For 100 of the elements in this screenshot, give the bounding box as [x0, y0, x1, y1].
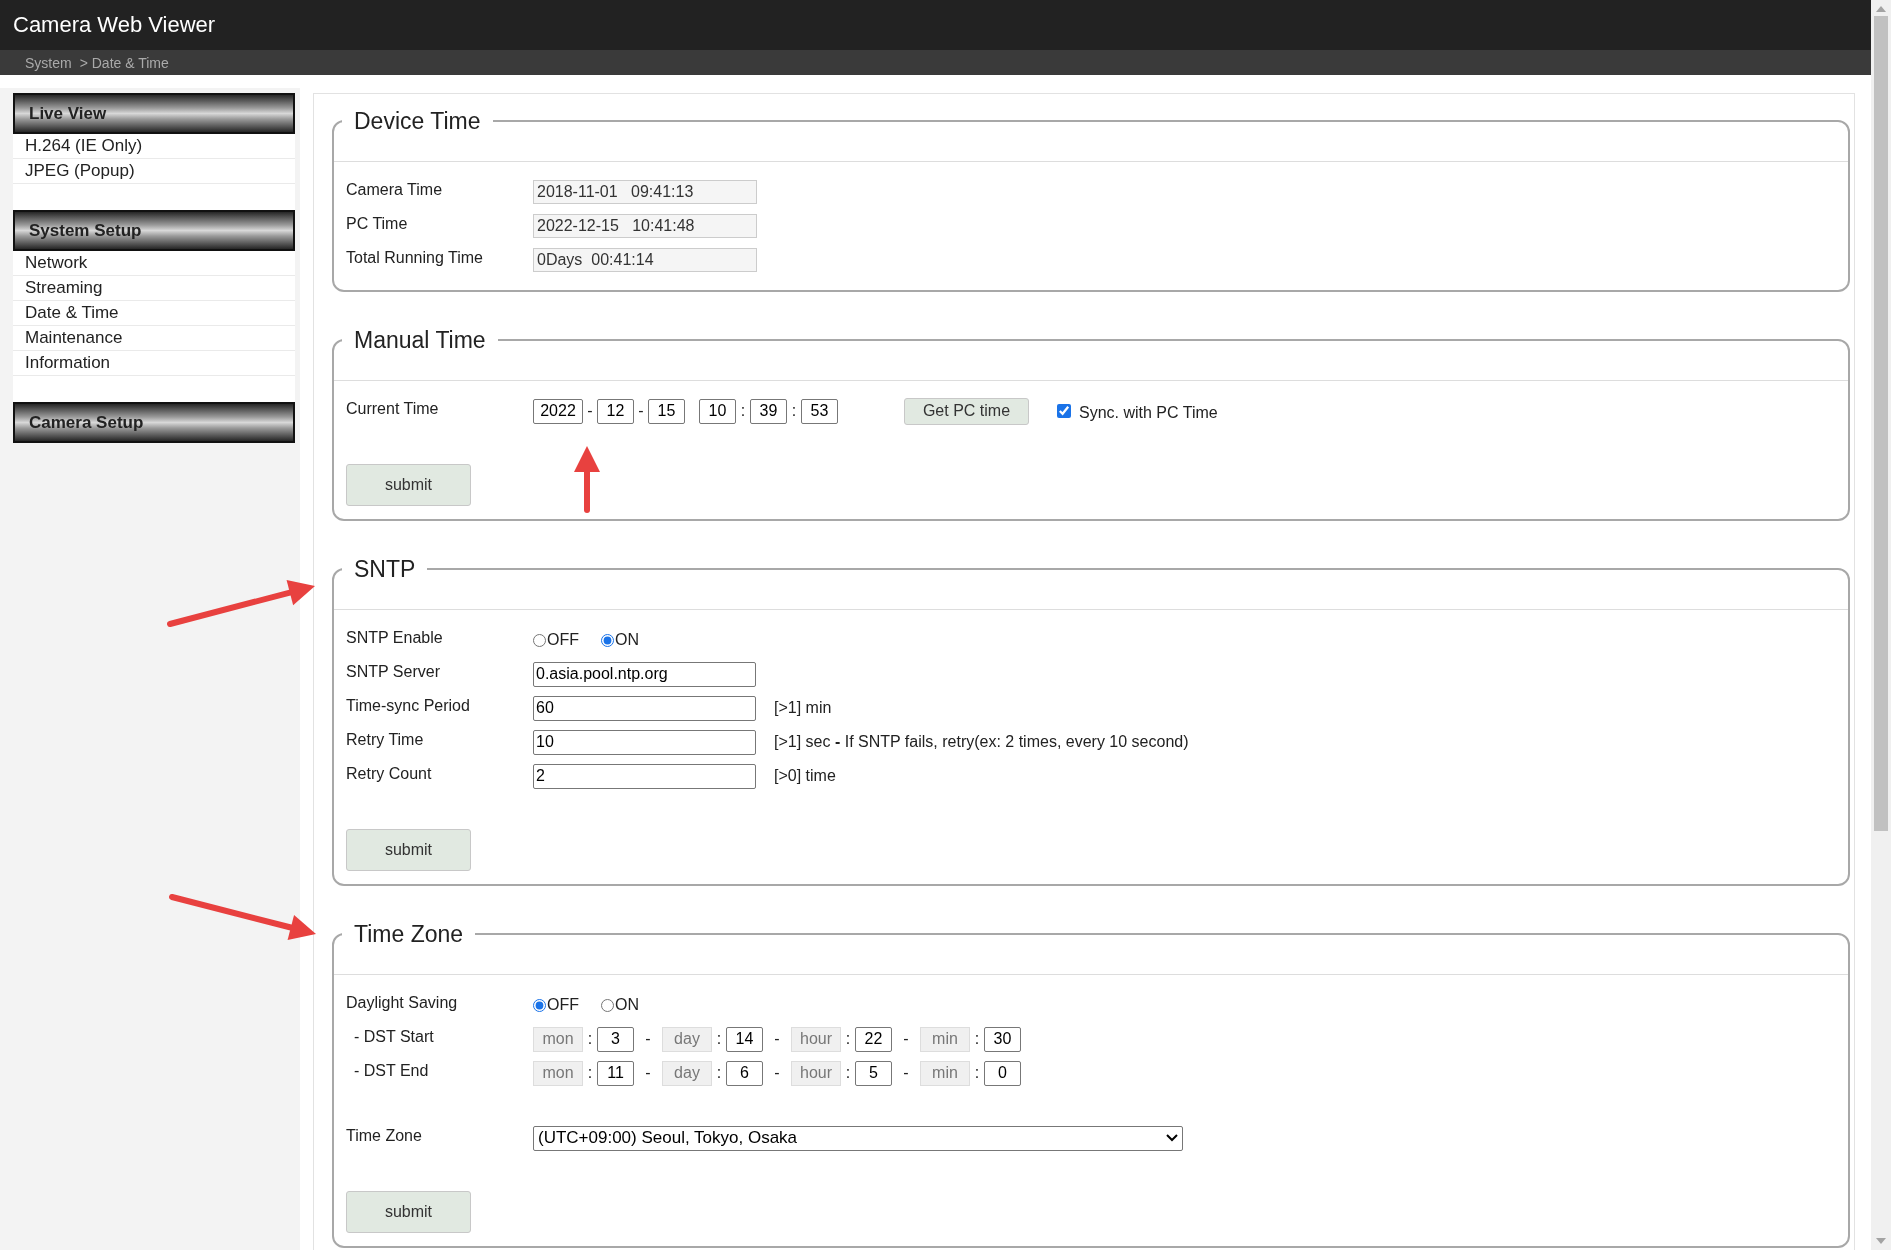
separator: : — [790, 402, 798, 420]
time-input[interactable]: 0 — [984, 1060, 1021, 1086]
radio-button[interactable] — [533, 998, 546, 1012]
time-input[interactable]: 39 — [750, 398, 787, 424]
submit-button[interactable]: submit — [346, 464, 471, 506]
scroll-down-icon[interactable] — [1876, 1238, 1886, 1244]
separator: : — [586, 1030, 594, 1048]
menu-item[interactable]: Date & Time — [13, 301, 295, 326]
radio-label: OFF — [547, 631, 579, 649]
menu-item[interactable]: JPEG (Popup) — [13, 159, 295, 184]
unit-label: day — [662, 1026, 712, 1052]
menu-item[interactable]: Network — [13, 251, 295, 276]
menu-header[interactable]: System Setup — [13, 210, 295, 251]
time-input[interactable]: 3 — [597, 1026, 634, 1052]
separator: - — [644, 1064, 652, 1082]
field-label: Camera Time — [346, 180, 444, 199]
breadcrumb-item[interactable]: > Date & Time — [79, 54, 169, 71]
time-input[interactable]: 53 — [801, 398, 838, 424]
separator: - — [902, 1064, 910, 1082]
field-label: Total Running Time — [346, 248, 484, 267]
separator: : — [973, 1030, 981, 1048]
chevron-down-icon — [1166, 1134, 1178, 1142]
radio-label: ON — [615, 631, 639, 649]
time-input[interactable]: 12 — [597, 398, 634, 424]
separator: : — [586, 1064, 594, 1082]
menu-item[interactable]: Information — [13, 351, 295, 376]
field-label: Retry Count — [346, 764, 433, 783]
section-title: Device Time — [353, 107, 482, 136]
readonly-field: 2022-12-15 10:41:48 — [533, 214, 757, 238]
radio-label: OFF — [547, 996, 579, 1014]
time-input[interactable]: 14 — [726, 1026, 763, 1052]
submit-button[interactable]: submit — [346, 829, 471, 871]
separator: : — [715, 1030, 723, 1048]
menu-header[interactable]: Camera Setup — [13, 402, 295, 443]
separator: : — [973, 1064, 981, 1082]
unit-label: hour — [791, 1060, 841, 1086]
separator: : — [739, 402, 747, 420]
radio-button[interactable] — [533, 633, 546, 647]
separator: - — [637, 402, 645, 420]
scrollbar-thumb[interactable] — [1874, 16, 1888, 831]
readonly-field: 2018-11-01 09:41:13 — [533, 180, 757, 204]
input-field[interactable]: 2 — [533, 763, 756, 789]
checkbox[interactable] — [1057, 404, 1071, 418]
timezone-select[interactable]: (UTC+09:00) Seoul, Tokyo, Osaka — [533, 1125, 1183, 1151]
time-input[interactable]: 15 — [648, 398, 685, 424]
breadcrumb-item[interactable]: System — [25, 54, 72, 71]
unit-label: mon — [533, 1026, 583, 1052]
time-input[interactable]: 11 — [597, 1060, 634, 1086]
radio-button[interactable] — [601, 998, 614, 1012]
time-input[interactable]: 5 — [855, 1060, 892, 1086]
separator: - — [644, 1030, 652, 1048]
time-input[interactable]: 10 — [699, 398, 736, 424]
time-input[interactable]: 2022 — [533, 398, 583, 424]
separator: : — [715, 1064, 723, 1082]
time-input[interactable]: 30 — [984, 1026, 1021, 1052]
input-field[interactable]: 0.asia.pool.ntp.org — [533, 661, 756, 687]
unit-label: hour — [791, 1026, 841, 1052]
unit-label: min — [920, 1026, 970, 1052]
radio-label: ON — [615, 996, 639, 1014]
readonly-field: 0Days 00:41:14 — [533, 248, 757, 272]
field-label: SNTP Server — [346, 662, 441, 681]
input-field[interactable]: 10 — [533, 729, 756, 755]
submit-button[interactable]: submit — [346, 1191, 471, 1233]
menu-item[interactable]: Maintenance — [13, 326, 295, 351]
field-label: Daylight Saving — [346, 993, 459, 1012]
hint-text: [>0] time — [774, 767, 836, 785]
unit-label: day — [662, 1060, 712, 1086]
field-label: SNTP Enable — [346, 628, 444, 647]
menu-header[interactable]: Live View — [13, 93, 295, 134]
separator: - — [586, 402, 594, 420]
app-title: Camera Web Viewer — [13, 12, 216, 38]
section-title: Time Zone — [353, 920, 465, 949]
separator: : — [844, 1030, 852, 1048]
menu-item[interactable]: Streaming — [13, 276, 295, 301]
get-pc-time-button[interactable]: Get PC time — [904, 397, 1029, 425]
unit-label: mon — [533, 1060, 583, 1086]
hint-text: [>1] min — [774, 699, 832, 717]
separator: : — [844, 1064, 852, 1082]
scrollbar[interactable] — [1871, 0, 1891, 1250]
section-title: Manual Time — [353, 326, 487, 355]
checkbox-label: Sync. with PC Time — [1079, 403, 1218, 422]
separator: - — [773, 1064, 781, 1082]
field-label: Time-sync Period — [346, 696, 471, 715]
menu-item[interactable]: H.264 (IE Only) — [13, 134, 295, 159]
field-label: PC Time — [346, 214, 409, 233]
hint-text: [>1] sec - If SNTP fails, retry(ex: 2 times, every 10 second) — [774, 733, 1189, 751]
scroll-up-icon[interactable] — [1876, 6, 1886, 12]
unit-label: min — [920, 1060, 970, 1086]
separator: - — [773, 1030, 781, 1048]
field-label: - DST End — [353, 1061, 430, 1080]
annotation-arrow — [574, 446, 600, 513]
field-label: Retry Time — [346, 730, 425, 749]
separator: - — [902, 1030, 910, 1048]
time-input[interactable]: 22 — [855, 1026, 892, 1052]
time-input[interactable]: 6 — [726, 1060, 763, 1086]
field-label: Current Time — [346, 399, 440, 418]
field-label: - DST Start — [353, 1027, 435, 1046]
radio-button[interactable] — [601, 633, 614, 647]
field-label: Time Zone — [346, 1126, 423, 1145]
input-field[interactable]: 60 — [533, 695, 756, 721]
